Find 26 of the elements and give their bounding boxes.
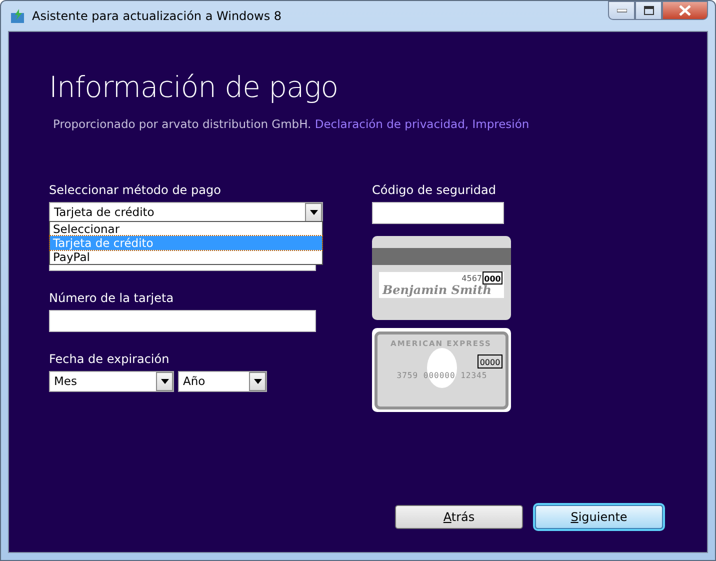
field-label: Seleccionar método de pago bbox=[49, 182, 222, 200]
minimize-icon bbox=[616, 8, 626, 12]
provider-text: Proporcionado por arvato distribution GmbH. Declaración de privacidad, Impresión bbox=[53, 116, 530, 133]
select-field[interactable]: Mes bbox=[49, 371, 174, 392]
close-button[interactable] bbox=[662, 1, 708, 20]
page-heading: Información de pago bbox=[49, 72, 339, 104]
dropdown-option[interactable]: Seleccionar bbox=[50, 222, 322, 236]
field-label: Fecha de expiración bbox=[49, 351, 170, 368]
select-field[interactable]: Año bbox=[178, 371, 267, 392]
wizard-button[interactable]: Siguiente bbox=[535, 505, 663, 529]
input-field[interactable] bbox=[49, 310, 316, 332]
field-label: Código de seguridad bbox=[372, 182, 497, 200]
wizard-button[interactable]: Atrás bbox=[395, 505, 523, 529]
link[interactable]: Declaración de privacidad, bbox=[314, 116, 469, 131]
app-icon bbox=[10, 8, 26, 24]
minimize-button[interactable] bbox=[608, 1, 635, 20]
link[interactable]: Impresión bbox=[472, 116, 530, 131]
maximize-icon bbox=[644, 6, 654, 15]
field-label: Número de la tarjeta bbox=[49, 290, 175, 308]
window-title: Asistente para actualización a Windows 8 bbox=[32, 8, 282, 25]
close-icon bbox=[679, 5, 691, 16]
input-field[interactable] bbox=[372, 202, 504, 224]
maximize-button[interactable] bbox=[635, 1, 662, 20]
dropdown-option[interactable]: PayPal bbox=[50, 250, 322, 264]
card-back-drawing: 4567 000 Benjamin Smith bbox=[372, 236, 511, 320]
select-field[interactable]: Tarjeta de crédito bbox=[49, 202, 323, 224]
